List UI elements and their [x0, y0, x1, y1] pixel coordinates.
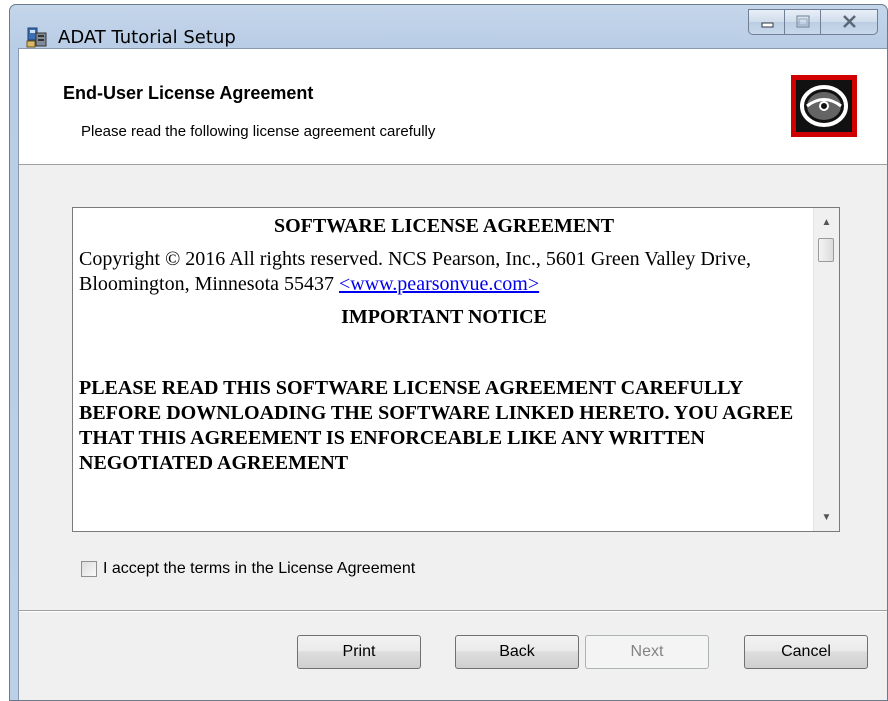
accept-label[interactable]: I accept the terms in the License Agreem…	[103, 560, 415, 578]
license-text-box[interactable]: SOFTWARE LICENSE AGREEMENT Copyright © 2…	[72, 207, 840, 532]
installer-icon	[26, 27, 47, 48]
back-button[interactable]: Back	[455, 635, 579, 669]
window-title: ADAT Tutorial Setup	[58, 27, 236, 48]
notice-body: PLEASE READ THIS SOFTWARE LICENSE AGREEM…	[79, 377, 794, 474]
caption-buttons	[748, 9, 878, 35]
minimize-icon	[761, 22, 774, 28]
license-heading: SOFTWARE LICENSE AGREEMENT	[273, 215, 615, 237]
license-content: SOFTWARE LICENSE AGREEMENT Copyright © 2…	[79, 208, 809, 476]
cancel-button[interactable]: Cancel	[744, 635, 868, 669]
minimize-button[interactable]	[748, 9, 785, 35]
footer-separator	[19, 610, 887, 612]
vertical-scrollbar[interactable]: ▲ ▼	[813, 208, 839, 531]
header-banner: End-User License Agreement Please read t…	[19, 49, 887, 165]
setup-logo	[791, 75, 857, 137]
close-icon	[843, 15, 856, 28]
setup-window: ADAT Tutorial Setup End-User License Agr…	[9, 4, 888, 701]
pearsonvue-link[interactable]: <www.pearsonvue.com>	[339, 273, 539, 295]
banner-subtitle: Please read the following license agreem…	[81, 123, 436, 140]
disc-icon	[800, 85, 848, 127]
dialog-client: End-User License Agreement Please read t…	[18, 48, 887, 700]
copyright-paragraph: Copyright © 2016 All rights reserved. NC…	[79, 247, 809, 297]
notice-title: IMPORTANT NOTICE	[341, 306, 547, 328]
scroll-down-arrow-icon[interactable]: ▼	[814, 505, 839, 529]
maximize-icon	[796, 15, 810, 28]
close-button[interactable]	[821, 9, 878, 35]
next-button[interactable]: Next	[585, 635, 709, 669]
print-button[interactable]: Print	[297, 635, 421, 669]
scroll-thumb[interactable]	[818, 238, 834, 262]
accept-row: I accept the terms in the License Agreem…	[81, 558, 415, 580]
banner-title: End-User License Agreement	[63, 83, 314, 103]
accept-checkbox[interactable]	[81, 561, 97, 577]
scroll-up-arrow-icon[interactable]: ▲	[814, 210, 839, 234]
maximize-button[interactable]	[785, 9, 821, 35]
